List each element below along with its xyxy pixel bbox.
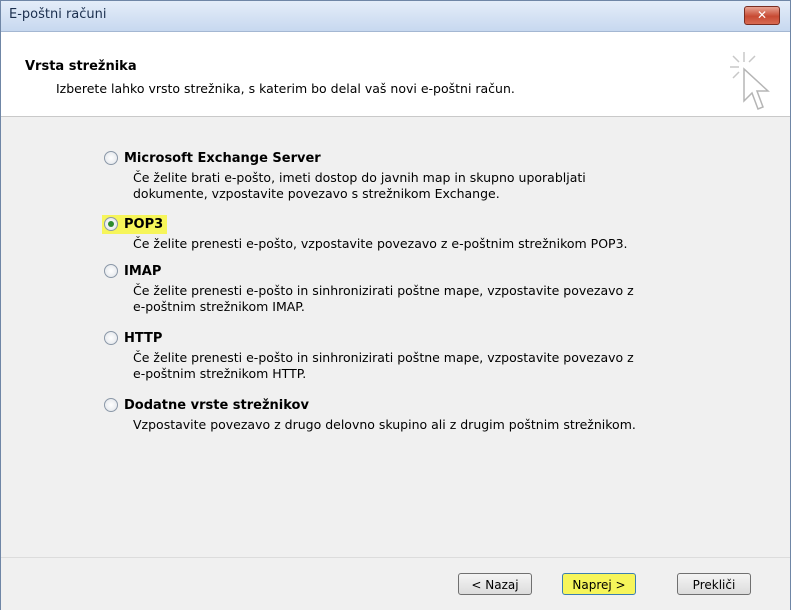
option-desc-pop3: Če želite prenesti e-pošto, vzpostavite … bbox=[133, 236, 628, 251]
option-label-pop3[interactable]: POP3 bbox=[124, 217, 163, 232]
option-http[interactable]: HTTP Če želite prenesti e-pošto in sinhr… bbox=[104, 329, 634, 382]
option-desc-exchange: Če želite brati e-pošto, imeti dostop do… bbox=[133, 170, 586, 201]
page-title: Vrsta strežnika bbox=[25, 59, 137, 74]
next-button[interactable]: Naprej > bbox=[562, 573, 636, 595]
radio-other-servers[interactable] bbox=[104, 398, 118, 412]
option-desc-http: Če želite prenesti e-pošto in sinhronizi… bbox=[133, 350, 634, 381]
close-button[interactable]: ✕ bbox=[744, 6, 780, 25]
option-desc-imap: Če želite prenesti e-pošto in sinhronizi… bbox=[133, 283, 634, 314]
selection-highlight: POP3 bbox=[102, 214, 168, 234]
server-type-panel: Microsoft Exchange Server Če želite brat… bbox=[1, 117, 790, 557]
radio-selected-dot bbox=[108, 221, 114, 227]
option-label-http[interactable]: HTTP bbox=[124, 331, 162, 346]
page-subtitle: Izberete lahko vrsto strežnika, s kateri… bbox=[56, 81, 515, 96]
option-other-servers[interactable]: Dodatne vrste strežnikov Vzpostavite pov… bbox=[104, 396, 636, 433]
option-label-imap[interactable]: IMAP bbox=[124, 264, 161, 279]
radio-imap[interactable] bbox=[104, 264, 118, 278]
title-bar[interactable]: E-poštni računi ✕ bbox=[1, 1, 790, 32]
radio-http[interactable] bbox=[104, 331, 118, 345]
radio-pop3[interactable] bbox=[104, 217, 118, 231]
wizard-header: Vrsta strežnika Izberete lahko vrsto str… bbox=[1, 32, 790, 117]
option-pop3[interactable]: POP3 Če želite prenesti e-pošto, vzposta… bbox=[102, 214, 628, 252]
option-label-exchange[interactable]: Microsoft Exchange Server bbox=[124, 151, 321, 166]
option-desc-other-servers: Vzpostavite povezavo z drugo delovno sku… bbox=[133, 417, 636, 432]
option-imap[interactable]: IMAP Če želite prenesti e-pošto in sinhr… bbox=[104, 262, 634, 315]
cancel-button[interactable]: Prekliči bbox=[677, 573, 751, 595]
back-button[interactable]: < Nazaj bbox=[458, 573, 532, 595]
dialog-window: E-poštni računi ✕ Vrsta strežnika Izbere… bbox=[0, 0, 791, 610]
window-title: E-poštni računi bbox=[9, 7, 107, 22]
button-bar: < Nazaj Naprej > Prekliči bbox=[1, 557, 790, 610]
wizard-cursor-icon bbox=[730, 52, 770, 110]
radio-exchange[interactable] bbox=[104, 151, 118, 165]
option-label-other-servers[interactable]: Dodatne vrste strežnikov bbox=[124, 398, 309, 413]
option-exchange[interactable]: Microsoft Exchange Server Če želite brat… bbox=[104, 149, 586, 202]
